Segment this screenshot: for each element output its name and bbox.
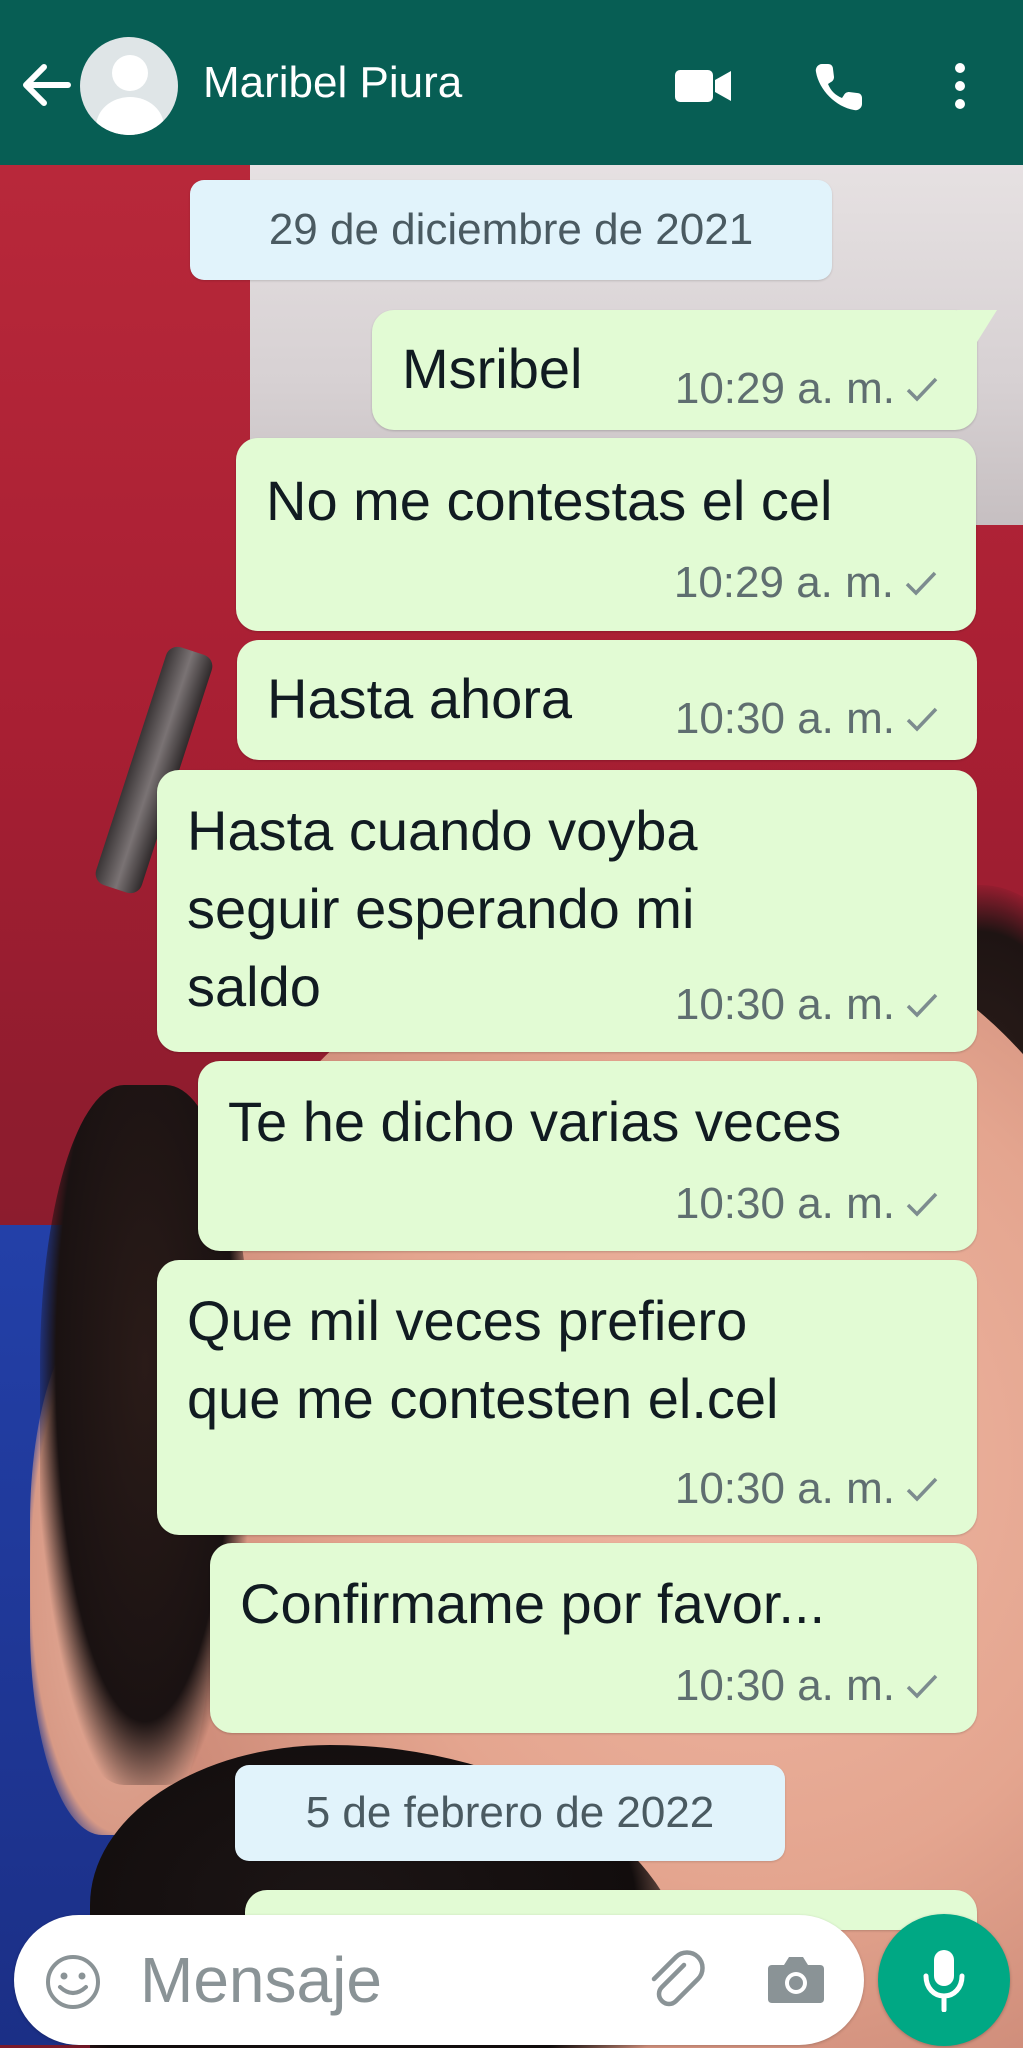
- sent-check-icon: [906, 1674, 938, 1699]
- sent-check-icon: [906, 377, 938, 402]
- back-arrow-icon[interactable]: [20, 62, 72, 108]
- message-text: Hasta ahora: [267, 667, 573, 730]
- sent-check-icon: [906, 993, 938, 1018]
- message-bubble[interactable]: No me contestas el cel 10:29 a. m.: [236, 438, 976, 631]
- date-separator: 5 de febrero de 2022: [235, 1765, 785, 1861]
- avatar[interactable]: [80, 37, 178, 135]
- message-bubble[interactable]: Hasta cuando voyba seguir esperando mi s…: [157, 770, 977, 1052]
- message-text-line: Que mil veces prefiero: [187, 1289, 748, 1352]
- camera-icon[interactable]: [766, 1951, 826, 2007]
- more-vert-icon[interactable]: [950, 62, 970, 110]
- phone-icon[interactable]: [812, 60, 866, 114]
- message-meta: 10:29 a. m.: [675, 364, 939, 414]
- message-time: 10:30 a. m.: [674, 694, 895, 743]
- sent-check-icon: [906, 707, 938, 732]
- message-time: 10:30 a. m.: [674, 1661, 895, 1710]
- avatar-head: [112, 55, 148, 91]
- message-time: 10:30 a. m.: [674, 1464, 895, 1513]
- message-meta: 10:30 a. m.: [675, 694, 939, 744]
- sent-check-icon: [906, 1192, 938, 1217]
- message-meta: 10:29 a. m.: [674, 558, 938, 608]
- chat-header: Maribel Piura: [0, 0, 1023, 165]
- message-bubble[interactable]: Msribel 10:29 a. m.: [372, 310, 997, 430]
- voice-record-button[interactable]: [878, 1914, 1010, 2046]
- message-input[interactable]: [138, 1939, 622, 2021]
- message-text-line: que me contesten el.cel: [187, 1367, 779, 1430]
- message-meta: 10:30 a. m.: [675, 980, 939, 1030]
- message-composer: [14, 1915, 864, 2045]
- message-bubble[interactable]: Confirmame por favor... 10:30 a. m.: [210, 1543, 977, 1733]
- message-time: 10:30 a. m.: [674, 980, 895, 1029]
- bubble-tail: [957, 310, 997, 342]
- message-time: 10:29 a. m.: [674, 364, 895, 413]
- message-text: Msribel: [402, 337, 583, 400]
- message-meta: 10:30 a. m.: [675, 1661, 939, 1711]
- mic-icon: [923, 1950, 965, 2012]
- message-text-line: seguir esperando mi: [187, 877, 695, 940]
- message-bubble[interactable]: Hasta ahora 10:30 a. m.: [237, 640, 977, 760]
- sent-check-icon: [906, 1477, 938, 1502]
- message-text: Te he dicho varias veces: [228, 1090, 842, 1153]
- message-bubble[interactable]: Te he dicho varias veces 10:30 a. m.: [198, 1061, 977, 1251]
- message-text: No me contestas el cel: [266, 469, 833, 532]
- message-time: 10:30 a. m.: [674, 1179, 895, 1228]
- message-meta: 10:30 a. m.: [675, 1464, 939, 1514]
- message-meta: 10:30 a. m.: [675, 1179, 939, 1229]
- attach-icon[interactable]: [644, 1949, 706, 2011]
- contact-name[interactable]: Maribel Piura: [203, 58, 462, 108]
- message-text-line: saldo: [187, 955, 321, 1018]
- date-separator: 29 de diciembre de 2021: [190, 180, 832, 280]
- avatar-body: [96, 97, 164, 135]
- emoji-icon[interactable]: [44, 1953, 102, 2011]
- video-call-icon[interactable]: [673, 66, 733, 106]
- message-bubble[interactable]: Que mil veces prefiero que me contesten …: [157, 1260, 977, 1535]
- sent-check-icon: [905, 571, 937, 596]
- message-time: 10:29 a. m.: [673, 558, 894, 607]
- message-text: Confirmame por favor...: [240, 1572, 826, 1635]
- message-text-line: Hasta cuando voyba: [187, 799, 698, 862]
